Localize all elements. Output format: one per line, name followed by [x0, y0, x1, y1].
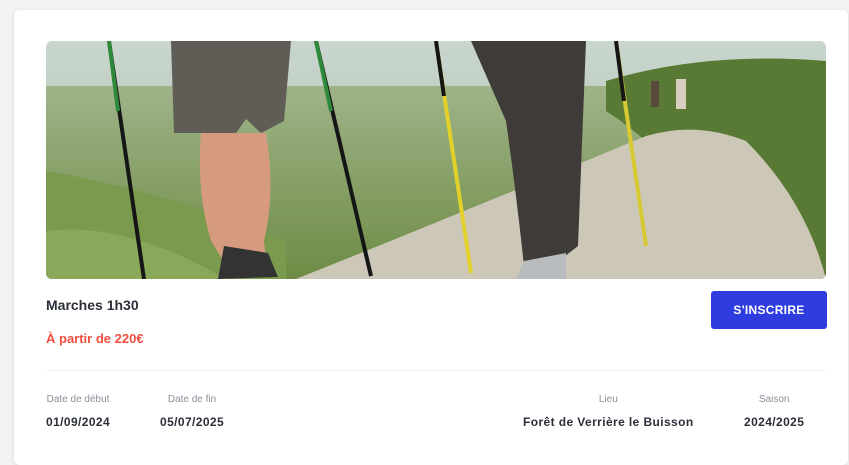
- season: Saison 2024/2025: [744, 394, 804, 429]
- location-label: Lieu: [598, 394, 618, 405]
- register-button[interactable]: S'INSCRIRE: [711, 291, 827, 329]
- activity-price: À partir de 220€: [46, 331, 144, 346]
- end-date-label: Date de fin: [167, 394, 217, 405]
- season-label: Saison: [758, 394, 790, 405]
- end-date: Date de fin 05/07/2025: [160, 394, 224, 429]
- end-date-value: 05/07/2025: [160, 415, 225, 429]
- location: Lieu Forêt de Verrière le Buisson: [523, 394, 694, 429]
- start-date: Date de début 01/09/2024: [46, 394, 110, 429]
- activity-title: Marches 1h30: [46, 297, 139, 313]
- location-value: Forêt de Verrière le Buisson: [523, 415, 694, 429]
- season-value: 2024/2025: [744, 415, 805, 429]
- activity-card: Marches 1h30 À partir de 220€ S'INSCRIRE…: [14, 10, 848, 465]
- start-date-value: 01/09/2024: [46, 415, 111, 429]
- start-date-label: Date de début: [46, 394, 110, 405]
- activity-image: [46, 41, 826, 279]
- divider: [46, 370, 826, 371]
- hikers-photo: [46, 41, 826, 279]
